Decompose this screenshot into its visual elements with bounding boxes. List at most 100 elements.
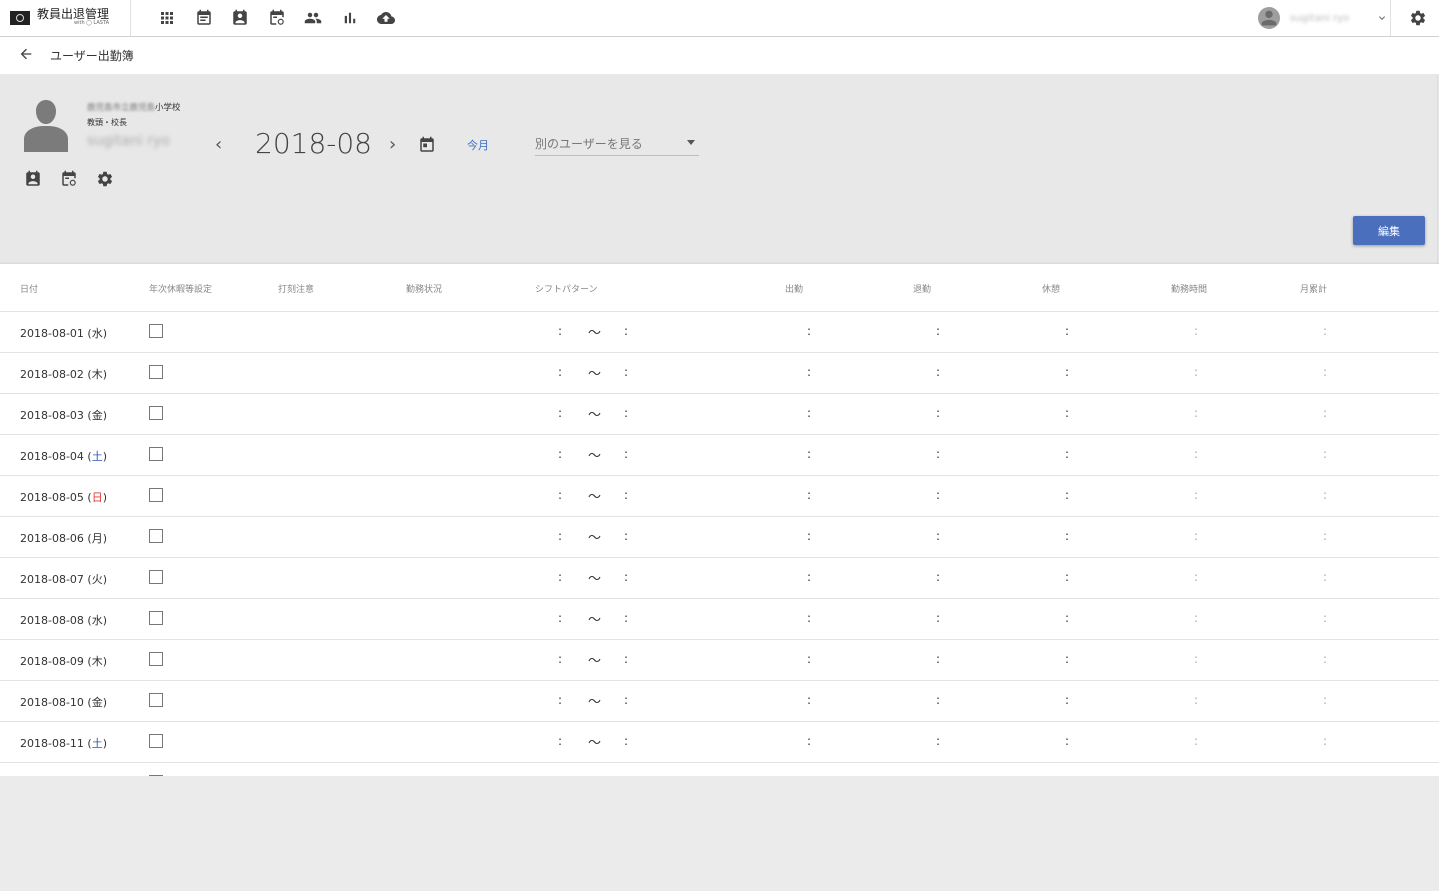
break-value[interactable]: :: [1065, 488, 1069, 502]
leave-calendar-icon[interactable]: [60, 170, 78, 188]
clock-out-value[interactable]: :: [936, 488, 940, 502]
table-row[interactable]: 2018-08-09 (木): 〜::::::: [0, 640, 1439, 681]
shift-start-colon[interactable]: :: [558, 775, 562, 776]
this-month-link[interactable]: 今月: [467, 137, 489, 153]
shift-start-colon[interactable]: :: [558, 488, 562, 502]
shift-end-colon[interactable]: :: [624, 693, 628, 707]
shift-start-colon[interactable]: :: [558, 324, 562, 338]
people-icon[interactable]: [304, 9, 322, 27]
shift-start-colon[interactable]: :: [558, 406, 562, 420]
apps-icon[interactable]: [158, 9, 176, 27]
attendance-calendar-icon[interactable]: [24, 170, 42, 188]
clock-in-value[interactable]: :: [807, 529, 811, 543]
leave-checkbox[interactable]: [149, 447, 163, 461]
leave-checkbox[interactable]: [149, 570, 163, 584]
clock-out-value[interactable]: :: [936, 529, 940, 543]
back-arrow-icon[interactable]: [18, 46, 34, 62]
clock-out-value[interactable]: :: [936, 775, 940, 776]
clock-out-value[interactable]: :: [936, 570, 940, 584]
break-value[interactable]: :: [1065, 529, 1069, 543]
edit-button[interactable]: 編集: [1353, 216, 1425, 245]
attendance-calendar-icon[interactable]: [231, 9, 249, 27]
break-value[interactable]: :: [1065, 447, 1069, 461]
clock-in-value[interactable]: :: [807, 775, 811, 776]
clock-out-value[interactable]: :: [936, 324, 940, 338]
clock-in-value[interactable]: :: [807, 406, 811, 420]
table-row[interactable]: 2018-08-06 (月): 〜::::::: [0, 517, 1439, 558]
shift-start-colon[interactable]: :: [558, 611, 562, 625]
clock-out-value[interactable]: :: [936, 406, 940, 420]
shift-end-colon[interactable]: :: [624, 570, 628, 584]
cloud-upload-icon[interactable]: [377, 9, 395, 27]
settings-gear-icon[interactable]: [1409, 9, 1427, 27]
shift-start-colon[interactable]: :: [558, 365, 562, 379]
shift-start-colon[interactable]: :: [558, 693, 562, 707]
break-value[interactable]: :: [1065, 693, 1069, 707]
break-value[interactable]: :: [1065, 734, 1069, 748]
clock-in-value[interactable]: :: [807, 324, 811, 338]
bar-chart-icon[interactable]: [341, 9, 359, 27]
clock-in-value[interactable]: :: [807, 611, 811, 625]
leave-calendar-icon[interactable]: [268, 9, 286, 27]
leave-checkbox[interactable]: [149, 652, 163, 666]
leave-checkbox[interactable]: [149, 693, 163, 707]
shift-end-colon[interactable]: :: [624, 611, 628, 625]
leave-checkbox[interactable]: [149, 324, 163, 338]
shift-end-colon[interactable]: :: [624, 734, 628, 748]
clock-in-value[interactable]: :: [807, 488, 811, 502]
break-value[interactable]: :: [1065, 365, 1069, 379]
clock-in-value[interactable]: :: [807, 570, 811, 584]
shift-end-colon[interactable]: :: [624, 324, 628, 338]
shift-end-colon[interactable]: :: [624, 652, 628, 666]
app-logo[interactable]: 教員出退管理 with ◯ LASTA: [10, 8, 109, 26]
next-month-button[interactable]: ›: [389, 134, 396, 155]
clock-out-value[interactable]: :: [936, 652, 940, 666]
clock-in-value[interactable]: :: [807, 693, 811, 707]
table-row[interactable]: 2018-08-02 (木): 〜::::::: [0, 353, 1439, 394]
table-row[interactable]: 2018-08-10 (金): 〜::::::: [0, 681, 1439, 722]
chevron-down-icon[interactable]: [1376, 12, 1388, 24]
prev-month-button[interactable]: ‹: [215, 134, 222, 155]
clock-out-value[interactable]: :: [936, 693, 940, 707]
shift-end-colon[interactable]: :: [624, 447, 628, 461]
leave-checkbox[interactable]: [149, 775, 163, 776]
other-user-select[interactable]: 別のユーザーを見る: [535, 133, 699, 156]
leave-checkbox[interactable]: [149, 365, 163, 379]
shift-end-colon[interactable]: :: [624, 406, 628, 420]
leave-checkbox[interactable]: [149, 529, 163, 543]
clock-in-value[interactable]: :: [807, 447, 811, 461]
leave-checkbox[interactable]: [149, 488, 163, 502]
shift-start-colon[interactable]: :: [558, 734, 562, 748]
break-value[interactable]: :: [1065, 406, 1069, 420]
table-row[interactable]: 2018-08-04 (土): 〜::::::: [0, 435, 1439, 476]
clock-in-value[interactable]: :: [807, 365, 811, 379]
table-row[interactable]: 2018-08-07 (火): 〜::::::: [0, 558, 1439, 599]
table-row[interactable]: 2018-08-01 (水): 〜::::::: [0, 312, 1439, 353]
shift-end-colon[interactable]: :: [624, 488, 628, 502]
shift-start-colon[interactable]: :: [558, 529, 562, 543]
leave-checkbox[interactable]: [149, 734, 163, 748]
shift-start-colon[interactable]: :: [558, 447, 562, 461]
clock-out-value[interactable]: :: [936, 447, 940, 461]
leave-checkbox[interactable]: [149, 611, 163, 625]
table-row[interactable]: 2018-08-11 (土): 〜::::::: [0, 722, 1439, 763]
user-menu[interactable]: sugitani ryo: [1258, 7, 1388, 29]
shift-end-colon[interactable]: :: [624, 775, 628, 776]
shift-start-colon[interactable]: :: [558, 652, 562, 666]
table-row[interactable]: 2018-08-05 (日): 〜::::::: [0, 476, 1439, 517]
shift-start-colon[interactable]: :: [558, 570, 562, 584]
calendar-icon[interactable]: [418, 136, 436, 154]
break-value[interactable]: :: [1065, 570, 1069, 584]
clock-in-value[interactable]: :: [807, 652, 811, 666]
shift-end-colon[interactable]: :: [624, 529, 628, 543]
event-note-icon[interactable]: [195, 9, 213, 27]
settings-gear-icon[interactable]: [96, 170, 114, 188]
break-value[interactable]: :: [1065, 324, 1069, 338]
table-row[interactable]: 2018-08-03 (金): 〜::::::: [0, 394, 1439, 435]
clock-out-value[interactable]: :: [936, 365, 940, 379]
clock-out-value[interactable]: :: [936, 611, 940, 625]
table-row[interactable]: 2018-08-08 (水): 〜::::::: [0, 599, 1439, 640]
break-value[interactable]: :: [1065, 652, 1069, 666]
clock-out-value[interactable]: :: [936, 734, 940, 748]
clock-in-value[interactable]: :: [807, 734, 811, 748]
